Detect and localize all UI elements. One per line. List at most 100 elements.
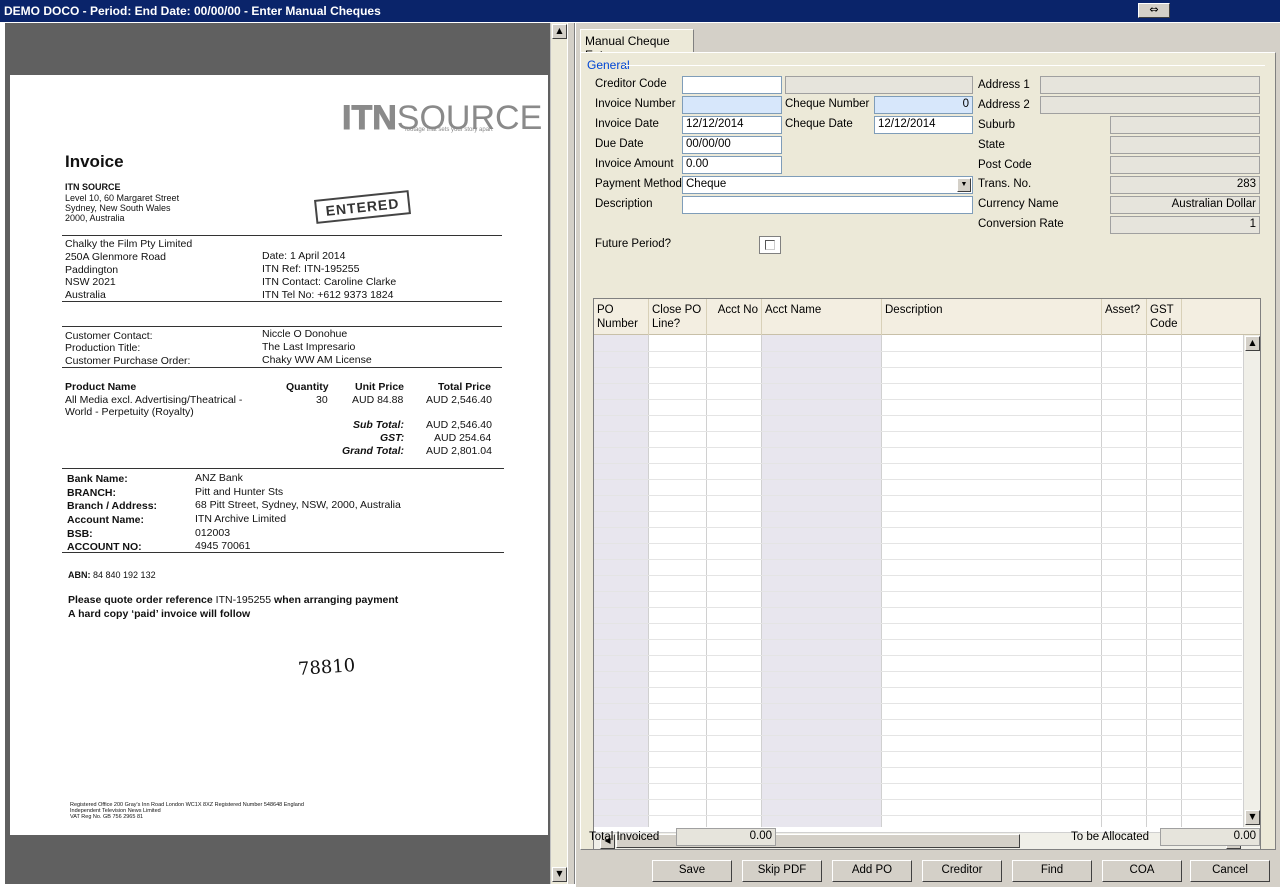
conversion-rate-field: 1 bbox=[1110, 216, 1260, 234]
column-header-acct-name[interactable]: Acct Name bbox=[762, 299, 882, 335]
pdf-viewer[interactable]: ITNSOURCE footage that sets your story a… bbox=[5, 23, 550, 884]
grid-row-line bbox=[594, 719, 1242, 720]
group-divider bbox=[625, 65, 1265, 66]
future-period-checkbox[interactable] bbox=[759, 236, 781, 254]
coa-button[interactable]: COA bbox=[1102, 860, 1182, 882]
bank-value: Pitt and Hunter Sts bbox=[195, 486, 284, 498]
invoice-amount-label: Invoice Amount bbox=[595, 158, 674, 170]
creditor-code-input[interactable] bbox=[682, 76, 782, 94]
grid-row-line bbox=[594, 367, 1242, 368]
invoice-number-input[interactable] bbox=[682, 96, 782, 114]
product-total-price: AUD 2,546.40 bbox=[426, 394, 492, 406]
product-unit-price: AUD 84.88 bbox=[352, 394, 404, 406]
column-header-po-number[interactable]: PO Number bbox=[594, 299, 649, 335]
scroll-down-icon[interactable]: ▼ bbox=[1245, 810, 1260, 825]
grid-row-line bbox=[594, 447, 1242, 448]
company-name: ITN SOURCE bbox=[65, 182, 121, 192]
invoice-date-input[interactable]: 12/12/2014 bbox=[682, 116, 782, 134]
cheque-date-input[interactable]: 12/12/2014 bbox=[874, 116, 973, 134]
bank-value: ITN Archive Limited bbox=[195, 513, 287, 525]
bank-value: ANZ Bank bbox=[195, 472, 243, 484]
bank-label: BRANCH: bbox=[67, 487, 116, 499]
contact-value: The Last Impresario bbox=[262, 341, 356, 353]
grid-row-line bbox=[594, 479, 1242, 480]
po-lines-grid[interactable]: PO Number Close PO Line? Acct No Acct Name… bbox=[593, 298, 1261, 850]
grid-row-line bbox=[594, 767, 1242, 768]
payment-note: Please quote order reference ITN-195255 … bbox=[68, 594, 399, 606]
scroll-up-icon[interactable]: ▲ bbox=[1245, 336, 1260, 351]
logo-tagline: footage that sets your story apart bbox=[405, 127, 493, 133]
payment-method-value: Cheque bbox=[686, 178, 727, 190]
save-button[interactable]: Save bbox=[652, 860, 732, 882]
contact-label: Customer Contact: bbox=[65, 330, 153, 342]
billto-line: Chalky the Film Pty Limited bbox=[65, 238, 193, 250]
cancel-button[interactable]: Cancel bbox=[1190, 860, 1270, 882]
scroll-down-icon[interactable]: ▼ bbox=[552, 867, 567, 882]
grid-column bbox=[594, 335, 649, 827]
product-name-line: World - Perpetuity (Royalty) bbox=[65, 406, 194, 418]
bank-label: Branch / Address: bbox=[67, 500, 158, 512]
grid-row-line bbox=[594, 383, 1242, 384]
payment-method-select[interactable]: Cheque ▼ bbox=[682, 176, 973, 194]
column-header-asset[interactable]: Asset? bbox=[1102, 299, 1147, 335]
post-code-label: Post Code bbox=[978, 159, 1032, 171]
invoice-meta-line: Date: 1 April 2014 bbox=[262, 250, 346, 262]
grid-row-line bbox=[594, 399, 1242, 400]
product-header: Quantity bbox=[286, 381, 329, 393]
grid-row-line bbox=[594, 463, 1242, 464]
invoice-number-label: Invoice Number bbox=[595, 98, 676, 110]
pdf-vertical-scrollbar[interactable]: ▲ ▼ bbox=[550, 23, 567, 884]
scroll-up-icon[interactable]: ▲ bbox=[552, 24, 567, 39]
due-date-label: Due Date bbox=[595, 138, 644, 150]
tab-page: General Creditor Code Invoice Number Che… bbox=[580, 52, 1276, 850]
grid-column bbox=[1102, 335, 1147, 827]
entered-stamp: ENTERED bbox=[314, 190, 411, 224]
tab-manual-cheque-entry[interactable]: Manual Cheque Entry bbox=[580, 29, 694, 62]
creditor-button[interactable]: Creditor bbox=[922, 860, 1002, 882]
cheque-number-input[interactable]: 0 bbox=[874, 96, 973, 114]
contact-label: Production Title: bbox=[65, 342, 141, 354]
product-quantity: 30 bbox=[316, 394, 328, 406]
column-header-description[interactable]: Description bbox=[882, 299, 1102, 335]
total-invoiced-field: 0.00 bbox=[676, 828, 776, 846]
grid-vertical-scrollbar[interactable]: ▲ ▼ bbox=[1243, 335, 1260, 827]
grid-header: PO Number Close PO Line? Acct No Acct Name… bbox=[594, 299, 1260, 335]
grid-column bbox=[649, 335, 707, 827]
invoice-meta-line: ITN Contact: Caroline Clarke bbox=[262, 276, 397, 288]
skip-pdf-button[interactable]: Skip PDF bbox=[742, 860, 822, 882]
suburb-label: Suburb bbox=[978, 119, 1016, 131]
total-invoiced-label: Total Invoiced bbox=[589, 831, 660, 843]
cheque-date-label: Cheque Date bbox=[785, 118, 853, 130]
grid-row-line bbox=[594, 495, 1242, 496]
conversion-rate-label: Conversion Rate bbox=[978, 218, 1064, 230]
grid-row-line bbox=[594, 639, 1242, 640]
billto-line: 250A Glenmore Road bbox=[65, 251, 166, 263]
grid-row-line bbox=[594, 671, 1242, 672]
totals-value: AUD 2,546.40 bbox=[426, 419, 492, 431]
totals-value: AUD 254.64 bbox=[434, 432, 492, 444]
column-header-gst-code[interactable]: GST Code bbox=[1147, 299, 1182, 335]
product-header: Total Price bbox=[438, 381, 491, 393]
column-header-acct-no[interactable]: Acct No bbox=[707, 299, 762, 335]
due-date-input[interactable]: 00/00/00 bbox=[682, 136, 782, 154]
description-input[interactable] bbox=[682, 196, 973, 214]
add-po-button[interactable]: Add PO bbox=[832, 860, 912, 882]
company-address-line: Sydney, New South Wales bbox=[65, 203, 171, 213]
grid-row-line bbox=[594, 559, 1242, 560]
contact-value: Chaky WW AM License bbox=[262, 354, 372, 366]
grid-column bbox=[882, 335, 1102, 827]
grid-row-line bbox=[594, 799, 1242, 800]
swap-panels-icon[interactable]: ⇔ bbox=[1138, 3, 1170, 18]
address2-label: Address 2 bbox=[978, 99, 1030, 111]
invoice-amount-input[interactable]: 0.00 bbox=[682, 156, 782, 174]
bank-value: 012003 bbox=[195, 527, 231, 539]
contact-label: Customer Purchase Order: bbox=[65, 355, 191, 367]
currency-name-field: Australian Dollar bbox=[1110, 196, 1260, 214]
bank-value: 4945 70061 bbox=[195, 540, 251, 552]
chevron-down-icon[interactable]: ▼ bbox=[957, 178, 971, 192]
column-header-close-po-line[interactable]: Close PO Line? bbox=[649, 299, 707, 335]
future-period-label: Future Period? bbox=[595, 238, 672, 250]
pdf-page: ITNSOURCE footage that sets your story a… bbox=[10, 75, 548, 835]
panel-splitter[interactable] bbox=[567, 23, 575, 884]
find-button[interactable]: Find bbox=[1012, 860, 1092, 882]
